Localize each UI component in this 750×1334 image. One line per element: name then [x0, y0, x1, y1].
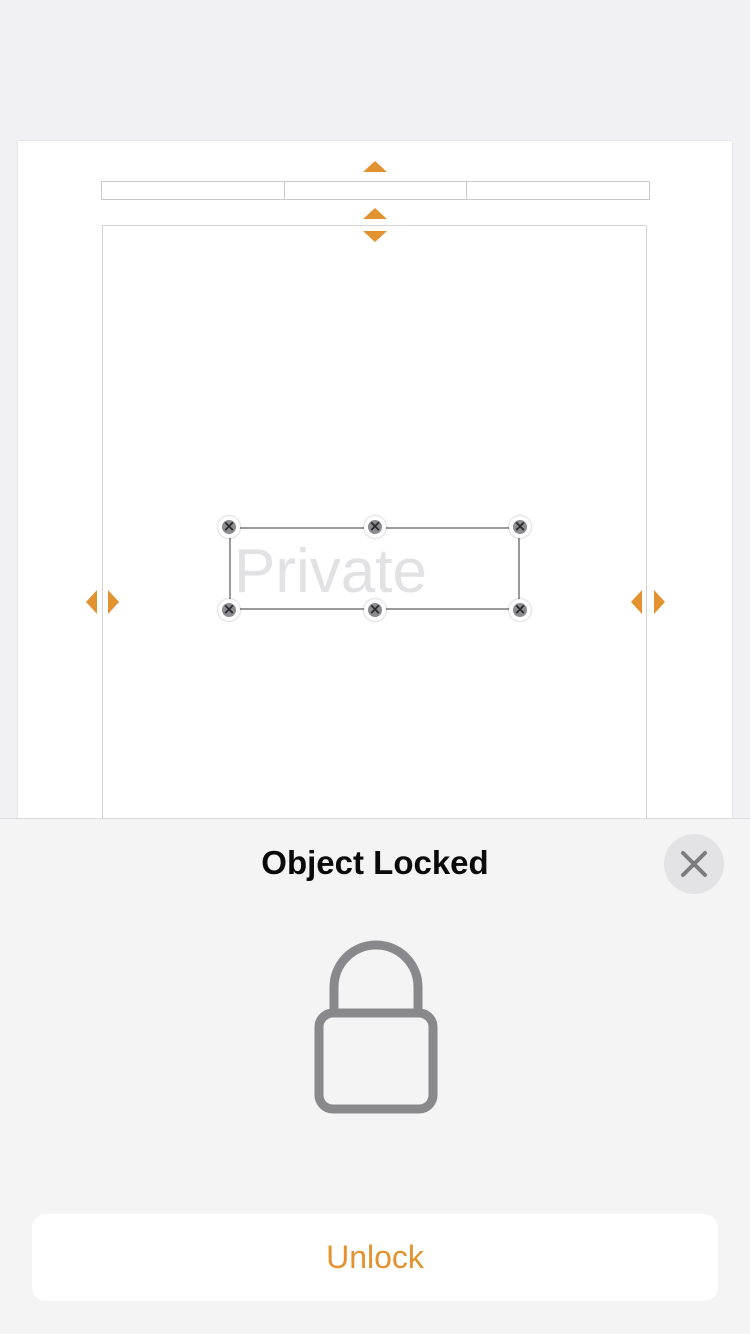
close-icon: [681, 851, 707, 877]
locked-object-frame[interactable]: [229, 527, 520, 610]
right-margin-right-arrow-icon[interactable]: [654, 590, 665, 614]
locked-handle-icon: [509, 599, 531, 621]
locked-handle-icon: [364, 599, 386, 621]
header-cell-left[interactable]: [102, 182, 285, 199]
locked-handle-icon: [218, 599, 240, 621]
locked-handle-icon: [509, 516, 531, 538]
sheet-title: Object Locked: [261, 844, 489, 881]
header-cell-center[interactable]: [285, 182, 468, 199]
body-margin-up-arrow-icon[interactable]: [363, 208, 387, 219]
locked-handle-icon: [364, 516, 386, 538]
close-button[interactable]: [664, 834, 724, 894]
left-margin-left-arrow-icon[interactable]: [86, 590, 97, 614]
header-row[interactable]: [101, 181, 650, 200]
locked-handle-icon: [218, 516, 240, 538]
unlock-button[interactable]: Unlock: [32, 1214, 718, 1301]
header-margin-up-arrow-icon[interactable]: [363, 161, 387, 172]
object-locked-sheet: Object Locked Unlock: [0, 818, 750, 1334]
lock-icon: [314, 940, 438, 1114]
header-cell-right[interactable]: [467, 182, 649, 199]
